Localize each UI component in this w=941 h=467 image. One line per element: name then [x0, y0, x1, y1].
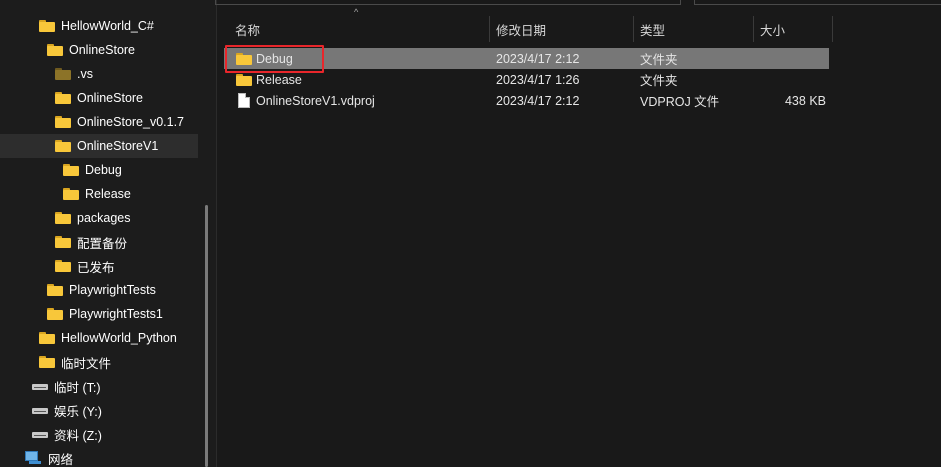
nav-item-playwrighttests1[interactable]: PlaywrightTests1: [0, 302, 198, 326]
folder-icon: [55, 116, 71, 128]
nav-item-label: OnlineStoreV1: [77, 139, 159, 153]
column-header-name[interactable]: 名称: [235, 16, 489, 42]
nav-item-label: 资料 (Z:): [54, 428, 102, 443]
nav-item-label: 临时 (T:): [54, 380, 101, 395]
folder-icon: [63, 164, 79, 176]
sort-ascending-icon: ^: [354, 7, 359, 17]
file-type: VDPROJ 文件: [640, 95, 720, 109]
nav-item-temp-files[interactable]: 临时文件: [0, 350, 198, 374]
folder-icon: [39, 332, 55, 344]
file-type: 文件夹: [640, 74, 678, 88]
nav-item-label: .vs: [77, 67, 93, 81]
folder-icon: [39, 356, 55, 368]
column-header-size[interactable]: 大小: [760, 16, 832, 42]
nav-item-label: 网络: [48, 452, 74, 467]
navigation-pane: HellowWorld_C# OnlineStore .vs OnlineSto…: [0, 0, 216, 467]
nav-item-label: HellowWorld_Python: [61, 331, 177, 345]
nav-item-label: OnlineStore: [69, 43, 136, 57]
nav-item-label: 临时文件: [61, 356, 112, 371]
nav-item-drive-y[interactable]: 娱乐 (Y:): [0, 398, 198, 422]
nav-item-onlinestore[interactable]: OnlineStore: [0, 38, 198, 62]
column-header-type-label: 类型: [640, 23, 666, 38]
file-name-cell: OnlineStoreV1.vdproj: [238, 90, 375, 111]
file-explorer-window: HellowWorld_C# OnlineStore .vs OnlineSto…: [0, 0, 941, 467]
nav-item-label: 已发布: [77, 260, 115, 275]
drive-icon: [32, 429, 48, 439]
network-icon: [24, 451, 42, 465]
nav-item-label: PlaywrightTests1: [69, 307, 163, 321]
address-bar-edge: [215, 0, 681, 5]
folder-icon: [55, 140, 71, 152]
file-modified: 2023/4/17 2:12: [496, 51, 580, 66]
column-divider[interactable]: [633, 16, 634, 42]
nav-item-label: packages: [77, 211, 131, 225]
nav-item-label: HellowWorld_C#: [61, 19, 154, 33]
folder-icon: [55, 212, 71, 224]
nav-item-label: Debug: [85, 163, 122, 177]
nav-item-release[interactable]: Release: [0, 182, 198, 206]
nav-item-playwrighttests[interactable]: PlaywrightTests: [0, 278, 198, 302]
drive-icon: [32, 405, 48, 415]
folder-icon: [39, 20, 55, 32]
nav-item-hellowworld-python[interactable]: HellowWorld_Python: [0, 326, 198, 350]
column-header-modified[interactable]: 修改日期: [496, 16, 632, 42]
nav-item-debug[interactable]: Debug: [0, 158, 198, 182]
column-divider[interactable]: [489, 16, 490, 42]
nav-item-config-backup[interactable]: 配置备份: [0, 230, 198, 254]
file-row-vdproj[interactable]: OnlineStoreV1.vdproj 2023/4/17 2:12 VDPR…: [224, 90, 829, 111]
drive-icon: [32, 381, 48, 391]
column-header-size-label: 大小: [760, 23, 786, 38]
nav-item-packages[interactable]: packages: [0, 206, 198, 230]
file-name: Release: [256, 72, 302, 87]
folder-icon: [55, 92, 71, 104]
nav-item-drive-z[interactable]: 资料 (Z:): [0, 422, 198, 446]
nav-item-onlinestore-v017[interactable]: OnlineStore_v0.1.7: [0, 110, 198, 134]
folder-icon: [63, 188, 79, 200]
folder-icon: [47, 44, 63, 56]
column-header-modified-label: 修改日期: [496, 23, 547, 38]
nav-item-label: 娱乐 (Y:): [54, 404, 102, 419]
column-divider[interactable]: [832, 16, 833, 42]
column-header-name-label: 名称: [235, 23, 261, 38]
file-modified: 2023/4/17 1:26: [496, 72, 580, 87]
folder-icon: [47, 284, 63, 296]
column-header-type[interactable]: 类型: [640, 16, 752, 42]
file-name: OnlineStoreV1.vdproj: [256, 93, 375, 108]
annotation-highlight-box: [225, 45, 324, 73]
nav-item-vs[interactable]: .vs: [0, 62, 198, 86]
file-modified: 2023/4/17 2:12: [496, 93, 580, 108]
file-size: 438 KB: [784, 93, 826, 108]
nav-scrollbar[interactable]: [205, 205, 208, 467]
column-divider[interactable]: [753, 16, 754, 42]
folder-icon: [55, 68, 71, 80]
search-box-edge: [694, 0, 941, 5]
file-icon: [238, 93, 250, 108]
file-list-pane: ^ 名称 修改日期 类型 大小 Debug 2023/4/17 2:12 文件夹: [215, 0, 941, 467]
folder-icon: [47, 308, 63, 320]
nav-item-label: OnlineStore: [77, 91, 144, 105]
nav-item-label: 配置备份: [77, 236, 128, 251]
nav-item-drive-t[interactable]: 临时 (T:): [0, 374, 198, 398]
nav-item-network[interactable]: 网络: [0, 446, 198, 467]
nav-item-onlinestore-sub[interactable]: OnlineStore: [0, 86, 198, 110]
nav-item-hellowworld-csharp[interactable]: HellowWorld_C#: [0, 14, 198, 38]
nav-item-label: PlaywrightTests: [69, 283, 156, 297]
folder-icon: [55, 260, 71, 272]
folder-icon: [236, 73, 252, 86]
nav-item-onlinestorev1[interactable]: OnlineStoreV1: [0, 134, 198, 158]
file-type: 文件夹: [640, 53, 678, 67]
folder-icon: [55, 236, 71, 248]
nav-item-published[interactable]: 已发布: [0, 254, 198, 278]
nav-item-label: Release: [85, 187, 131, 201]
nav-item-label: OnlineStore_v0.1.7: [77, 115, 185, 129]
